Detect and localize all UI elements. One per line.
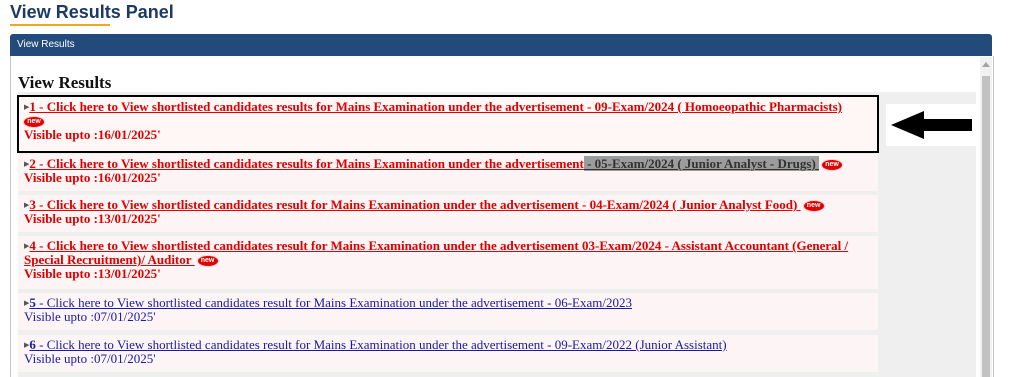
- result-link-6[interactable]: 6 - Click here to View shortlisted candi…: [29, 337, 726, 352]
- visible-upto: Visible upto :07/01/2025': [24, 309, 156, 324]
- result-link-2-highlight[interactable]: - 05-Exam/2024 ( Junior Analyst - Drugs): [583, 156, 820, 171]
- left-arrow-icon: [891, 111, 972, 139]
- result-item-5: ▶5 - Click here to View shortlisted cand…: [18, 293, 878, 330]
- panel-header-label: View Results: [17, 39, 75, 50]
- scroll-thumb[interactable]: [982, 76, 990, 377]
- result-text: - Click here to View shortlisted candida…: [35, 156, 584, 171]
- result-item-2: ▶2 - Click here to View shortlisted cand…: [18, 154, 878, 191]
- new-badge-icon: new: [197, 256, 218, 266]
- visible-upto: Visible upto :07/01/2025': [24, 351, 156, 366]
- annotation-arrow: [886, 104, 976, 146]
- result-item-3: ▶3 - Click here to View shortlisted cand…: [18, 195, 878, 232]
- visible-upto: Visible upto :13/01/2025': [24, 266, 161, 281]
- annotation-highlight-box: [17, 95, 879, 153]
- visible-upto: Visible upto :13/01/2025': [24, 211, 161, 226]
- result-link-3[interactable]: 3 - Click here to View shortlisted candi…: [29, 197, 800, 212]
- new-badge-icon: new: [822, 160, 843, 170]
- result-text: - Click here to View shortlisted candida…: [35, 295, 632, 310]
- new-badge-icon: new: [803, 201, 824, 211]
- title-underline: [10, 24, 110, 26]
- result-link-5[interactable]: 5 - Click here to View shortlisted candi…: [29, 295, 632, 310]
- result-text: - Click here to View shortlisted candida…: [35, 197, 801, 212]
- page-title: View Results Panel: [10, 2, 174, 22]
- result-item-4: ▶4 - Click here to View shortlisted cand…: [18, 236, 878, 289]
- result-item-6: ▶6 - Click here to View shortlisted cand…: [18, 335, 878, 372]
- results-heading: View Results: [18, 73, 112, 92]
- scroll-up-icon[interactable]: [982, 62, 990, 67]
- panel-header: View Results: [10, 34, 992, 56]
- result-link-2[interactable]: 2 - Click here to View shortlisted candi…: [29, 156, 583, 171]
- result-text: - Click here to View shortlisted candida…: [35, 337, 727, 352]
- visible-upto: Visible upto :16/01/2025': [24, 170, 161, 185]
- result-text: - Click here to View shortlisted candida…: [24, 238, 849, 267]
- result-link-4[interactable]: 4 - Click here to View shortlisted candi…: [24, 238, 848, 267]
